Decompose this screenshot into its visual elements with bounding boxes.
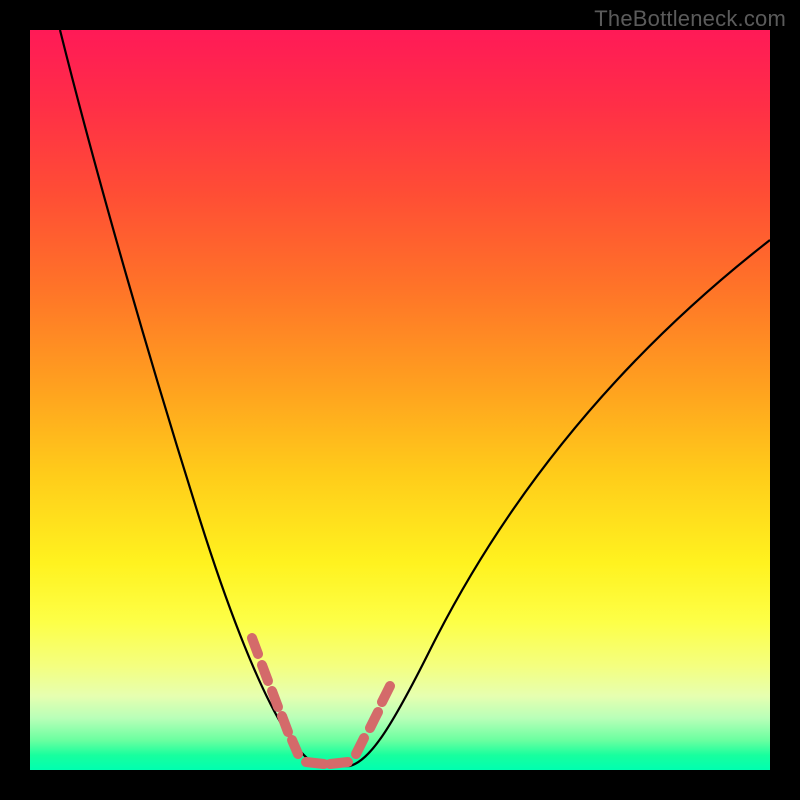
plot-area [30, 30, 770, 770]
bottleneck-curve [60, 30, 770, 766]
chart-frame: TheBottleneck.com [0, 0, 800, 800]
watermark-text: TheBottleneck.com [594, 6, 786, 32]
curve-layer [30, 30, 770, 770]
highlight-markers [252, 638, 390, 764]
